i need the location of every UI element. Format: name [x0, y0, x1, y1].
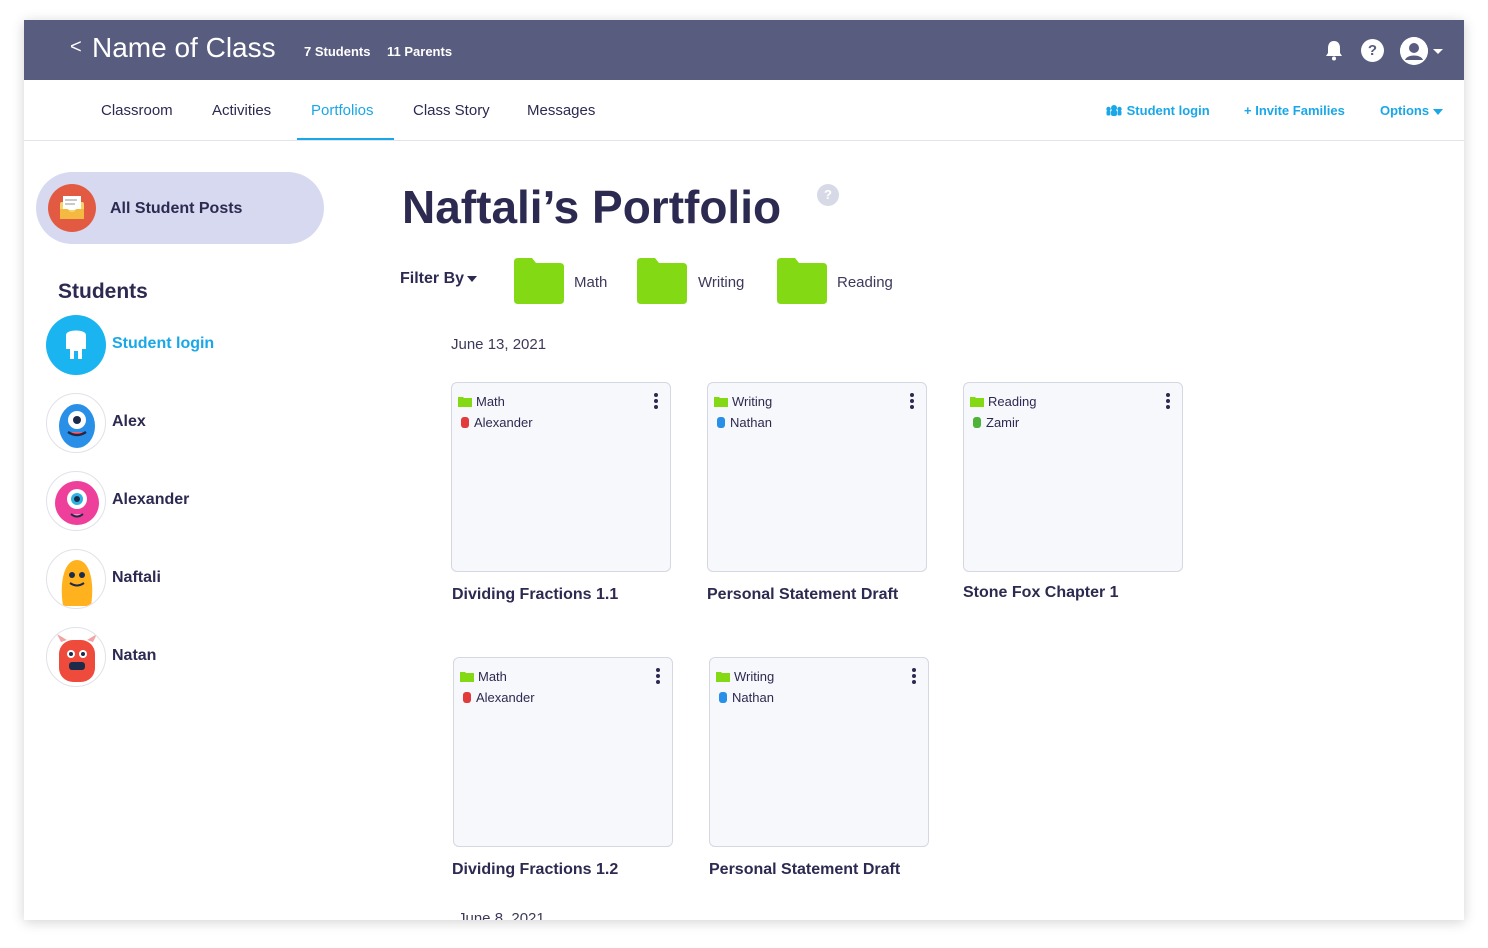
app-window: < Name of Class 7 Students 11 Parents ? …	[24, 20, 1464, 920]
all-student-posts-label: All Student Posts	[110, 200, 243, 217]
date-heading: June 8, 2021	[458, 910, 545, 920]
student-login-label: Student login	[1126, 103, 1210, 118]
sidebar-item-alexander[interactable]: Alexander	[46, 471, 346, 533]
students-heading: Students	[58, 280, 148, 303]
more-options-icon[interactable]	[656, 668, 660, 684]
card-category: Writing	[732, 394, 773, 409]
tab-portfolios[interactable]: Portfolios	[311, 102, 374, 119]
folder-icon	[777, 258, 827, 304]
folder-icon	[514, 258, 564, 304]
card-student: Alexander	[476, 690, 535, 705]
card-student: Zamir	[986, 415, 1020, 430]
invite-families-link[interactable]: + Invite Families	[1244, 103, 1345, 118]
inbox-icon	[48, 184, 96, 232]
card-student: Nathan	[732, 690, 774, 705]
student-login-link[interactable]: Student login	[1105, 103, 1210, 118]
folder-label: Writing	[698, 274, 745, 291]
folder-label: Math	[574, 274, 608, 291]
card-category: Math	[478, 669, 507, 684]
student-avatar-icon	[719, 692, 727, 703]
page-title: Naftali’s Portfolio	[402, 181, 782, 233]
all-student-posts-button[interactable]: All Student Posts	[36, 172, 324, 244]
student-avatar-icon	[717, 417, 725, 428]
red-monster-avatar	[46, 627, 106, 687]
bell-icon[interactable]	[1324, 39, 1344, 61]
student-name: Alex	[112, 413, 146, 430]
card-category: Writing	[734, 669, 775, 684]
card-category: Math	[476, 394, 505, 409]
students-group-icon	[1106, 105, 1122, 116]
student-name: Naftali	[112, 569, 161, 586]
yellow-monster-avatar	[46, 549, 106, 609]
top-bar: < Name of Class 7 Students 11 Parents ?	[24, 20, 1464, 80]
portfolio-card[interactable]: Math Alexander	[451, 382, 671, 572]
options-menu[interactable]: Options	[1380, 103, 1444, 118]
folder-icon	[970, 397, 984, 407]
folder-icon	[637, 258, 687, 304]
chevron-down-icon[interactable]	[1433, 49, 1443, 54]
sidebar-item-naftali[interactable]: Naftali	[46, 549, 346, 611]
folder-icon	[458, 397, 472, 407]
student-avatar-icon	[463, 692, 471, 703]
student-name: Student login	[112, 335, 215, 352]
pink-monster-avatar	[46, 471, 106, 531]
card-title[interactable]: Stone Fox Chapter 1	[963, 582, 1183, 604]
sidebar-item-natan[interactable]: Natan	[46, 627, 346, 689]
card-student: Alexander	[474, 415, 533, 430]
portfolio-card[interactable]: Math Alexander	[453, 657, 673, 847]
tab-activities[interactable]: Activities	[212, 102, 271, 119]
folder-icon	[460, 672, 474, 682]
filter-by-label: Filter By	[400, 270, 465, 287]
more-options-icon[interactable]	[1166, 393, 1170, 409]
user-avatar-icon[interactable]	[1400, 37, 1428, 65]
portfolio-card[interactable]: Reading Zamir	[963, 382, 1183, 572]
help-icon[interactable]: ?	[1361, 39, 1384, 62]
student-name: Natan	[112, 647, 157, 664]
card-category: Reading	[988, 394, 1037, 409]
back-button[interactable]: <	[70, 36, 82, 59]
blue-monster-avatar	[46, 393, 106, 453]
card-student: Nathan	[730, 415, 772, 430]
card-title[interactable]: Personal Statement Draft	[709, 859, 929, 881]
student-login-icon	[46, 315, 106, 375]
student-name: Alexander	[112, 491, 190, 508]
card-title[interactable]: Personal Statement Draft	[707, 584, 927, 606]
folder-icon	[714, 397, 728, 407]
portfolio-card[interactable]: Writing Nathan	[707, 382, 927, 572]
portfolio-card[interactable]: Writing Nathan	[709, 657, 929, 847]
folder-label: Reading	[837, 274, 893, 291]
folder-icon	[716, 672, 730, 682]
students-count[interactable]: 7 Students	[304, 44, 370, 59]
tab-class-story[interactable]: Class Story	[413, 102, 490, 119]
sidebar-item-alex[interactable]: Alex	[46, 393, 346, 455]
sidebar-item-student-login[interactable]: Student login	[46, 315, 346, 377]
tab-classroom[interactable]: Classroom	[101, 102, 173, 119]
filter-by-dropdown[interactable]: Filter By	[400, 270, 478, 288]
date-heading: June 13, 2021	[451, 336, 547, 353]
parents-count[interactable]: 11 Parents	[387, 44, 452, 59]
student-avatar-icon	[973, 417, 981, 428]
chevron-down-icon	[1433, 108, 1444, 115]
help-icon[interactable]: ?	[817, 184, 839, 206]
active-tab-indicator	[297, 138, 394, 140]
card-title[interactable]: Dividing Fractions 1.1	[452, 584, 672, 606]
class-title: Name of Class	[92, 32, 276, 63]
tab-bar: Classroom Activities Portfolios Class St…	[24, 80, 1464, 141]
tab-messages[interactable]: Messages	[527, 102, 595, 119]
options-label: Options	[1380, 103, 1430, 118]
more-options-icon[interactable]	[654, 393, 658, 409]
student-avatar-icon	[461, 417, 469, 428]
card-title[interactable]: Dividing Fractions 1.2	[452, 859, 672, 881]
more-options-icon[interactable]	[912, 668, 916, 684]
chevron-down-icon	[467, 275, 478, 282]
more-options-icon[interactable]	[910, 393, 914, 409]
